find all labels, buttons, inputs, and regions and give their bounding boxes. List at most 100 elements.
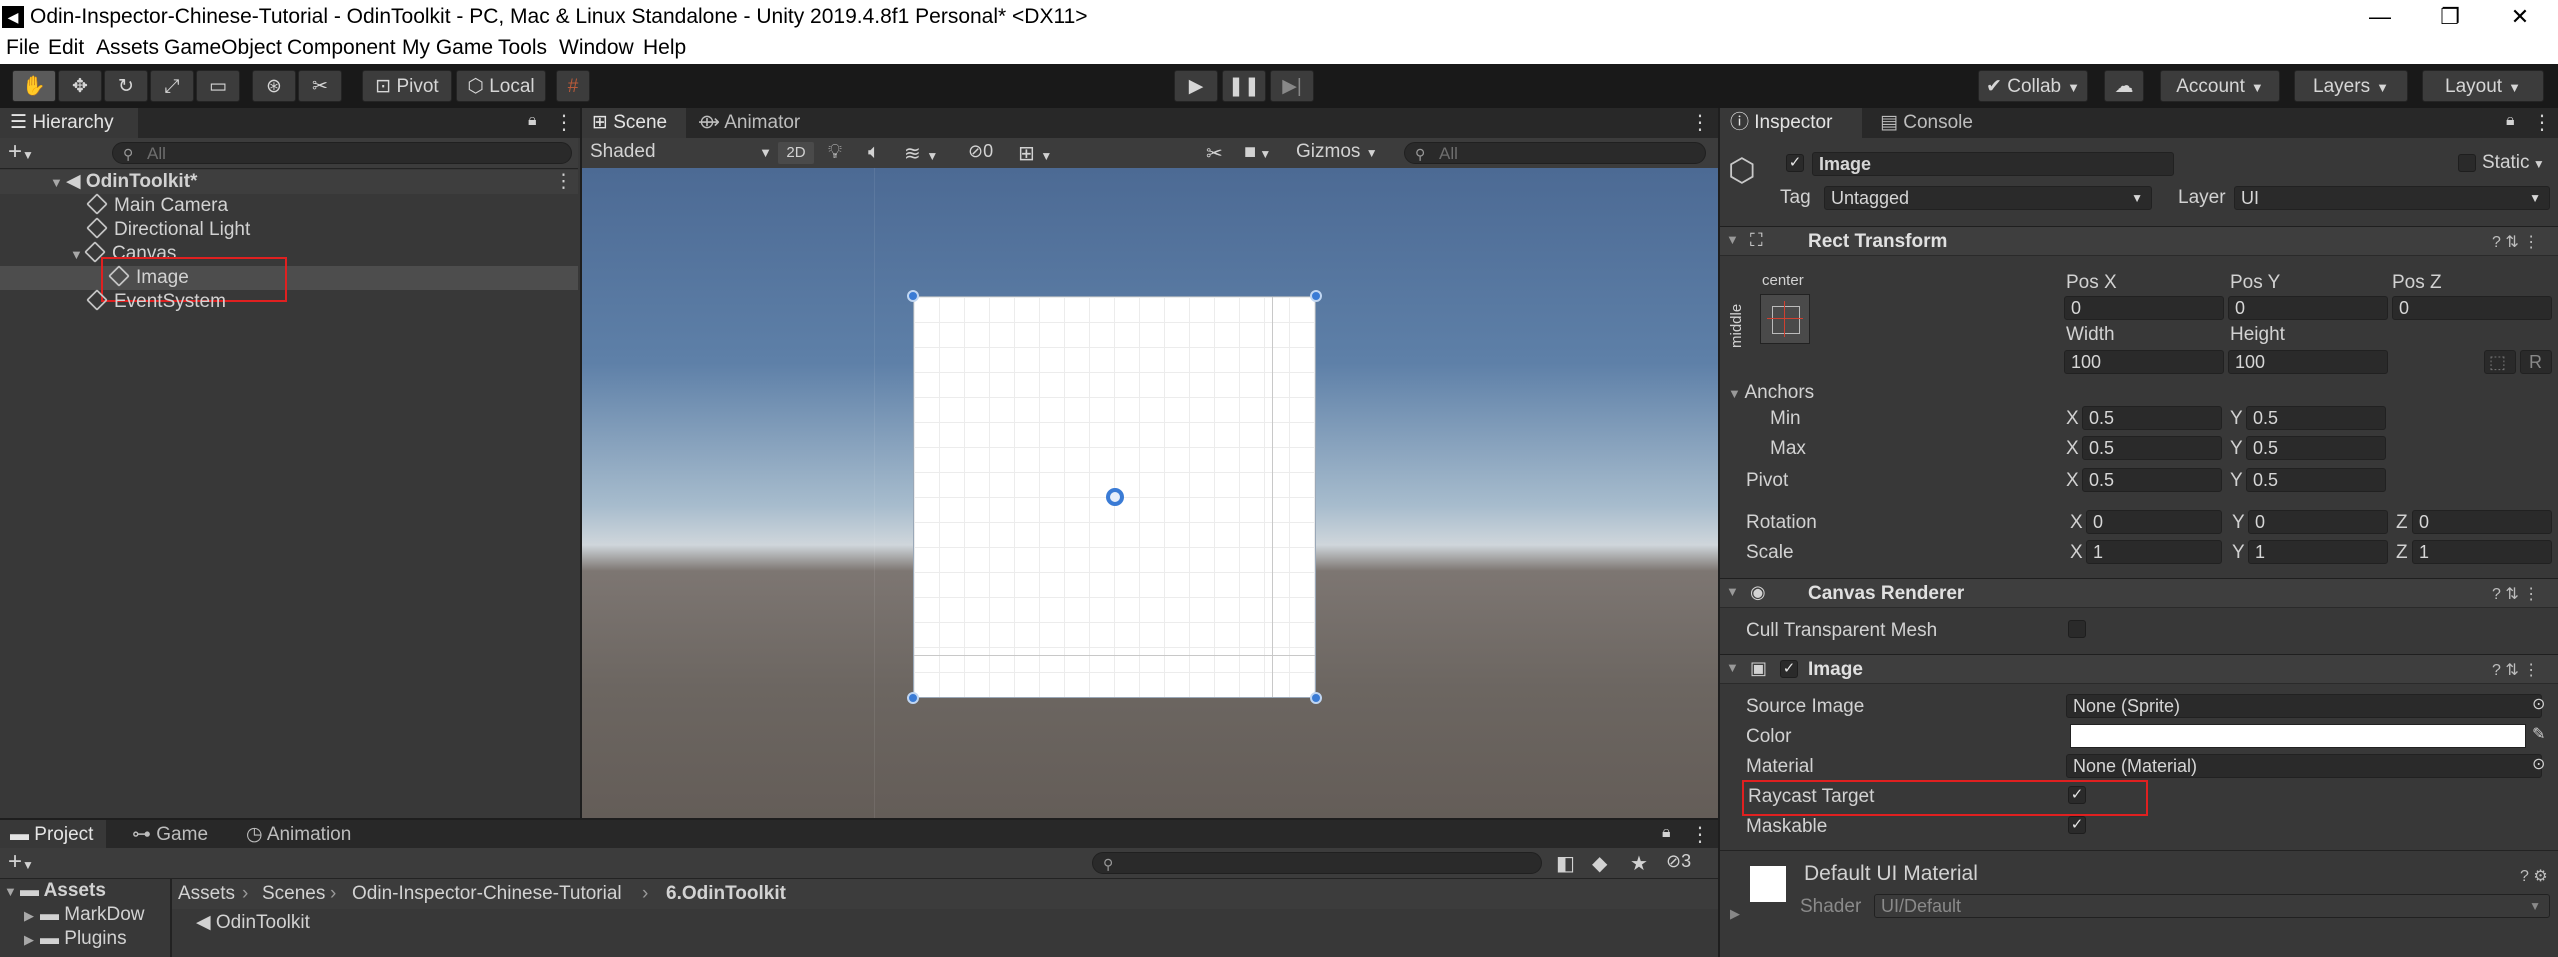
lighting-toggle-icon[interactable]: 💡︎ — [828, 141, 842, 164]
rect-tool-icon[interactable]: ▭ — [196, 70, 240, 102]
hierarchy-item-main-camera[interactable]: Main Camera — [86, 193, 228, 218]
tab-console[interactable]: ▤ Console — [1870, 108, 1990, 138]
rotation-y-field[interactable]: 0 — [2248, 510, 2388, 534]
gameobject-cube-icon[interactable]: ⬡ — [1728, 152, 1764, 188]
cloud-icon[interactable]: ☁ — [2104, 70, 2144, 102]
layout-dropdown[interactable]: Layout ▼ — [2422, 70, 2544, 102]
breadcrumb-tutorial[interactable]: Odin-Inspector-Chinese-Tutorial — [352, 883, 622, 905]
image-enabled-checkbox[interactable]: ✓ — [1780, 660, 1798, 678]
kebab-menu-icon[interactable]: ⋮ — [554, 110, 574, 135]
breadcrumb-scenes[interactable]: Scenes — [262, 883, 325, 905]
pivot-x-field[interactable]: 0.5 — [2082, 468, 2222, 492]
source-image-field[interactable]: None (Sprite) — [2066, 694, 2542, 718]
pivot-toggle-button[interactable]: ⊡ Pivot — [362, 70, 452, 102]
scale-x-field[interactable]: 1 — [2086, 540, 2222, 564]
image-component-header[interactable]: ▼ ▣ ✓ Image ? ⇅ ⋮ — [1720, 654, 2558, 684]
camera-icon[interactable]: ■ ▼ — [1244, 141, 1271, 164]
corner-handle[interactable] — [907, 692, 919, 704]
pos-x-field[interactable]: 0 — [2064, 296, 2224, 320]
scene-menu-icon[interactable]: ⋮ — [554, 170, 573, 194]
kebab-menu-icon[interactable]: ⋮ — [1690, 822, 1710, 847]
material-field[interactable]: None (Material) — [2066, 754, 2542, 778]
tab-game[interactable]: ⊶ Game — [122, 820, 222, 850]
rotation-z-field[interactable]: 0 — [2412, 510, 2552, 534]
expand-arrow-icon[interactable]: ▶ — [1730, 906, 1740, 922]
pause-button[interactable]: ❚❚ — [1222, 70, 1266, 102]
cull-transparent-checkbox[interactable] — [2068, 620, 2086, 638]
move-tool-icon[interactable]: ✥ — [58, 70, 102, 102]
eyedropper-icon[interactable]: ✎ — [2532, 724, 2545, 744]
layers-dropdown[interactable]: Layers ▼ — [2294, 70, 2408, 102]
tab-animation[interactable]: ◷ Animation — [236, 820, 372, 850]
maskable-checkbox[interactable]: ✓ — [2068, 816, 2086, 834]
anchor-max-x-field[interactable]: 0.5 — [2082, 436, 2222, 460]
grid-toggle-icon[interactable]: ⊞ ▼ — [1018, 141, 1052, 166]
pos-z-field[interactable]: 0 — [2392, 296, 2552, 320]
static-dropdown[interactable]: Static ▼ — [2482, 152, 2545, 174]
transform-tool-icon[interactable]: ⊛ — [252, 70, 296, 102]
pivot-y-field[interactable]: 0.5 — [2246, 468, 2386, 492]
lock-icon[interactable]: 🔒︎ — [528, 112, 537, 130]
corner-handle[interactable] — [907, 290, 919, 302]
menu-component[interactable]: Component — [287, 36, 396, 60]
folder-assets[interactable]: ▼ ▬ Assets — [4, 879, 106, 903]
scale-tool-icon[interactable]: ⤢ — [150, 70, 194, 102]
scene-row[interactable]: ▼ ◀ OdinToolkit* ⋮ — [0, 170, 578, 194]
anchor-min-y-field[interactable]: 0.5 — [2246, 406, 2386, 430]
anchor-max-y-field[interactable]: 0.5 — [2246, 436, 2386, 460]
anchor-preset-button[interactable] — [1760, 294, 1810, 344]
tab-animator[interactable]: ⟴ Animator — [688, 108, 818, 138]
local-toggle-button[interactable]: ⬡ Local — [456, 70, 546, 102]
hidden-packages-toggle[interactable]: ⊘3 — [1666, 851, 1691, 872]
component-tools[interactable]: ? ⇅ ⋮ — [2492, 584, 2539, 604]
account-dropdown[interactable]: Account ▼ — [2160, 70, 2280, 102]
close-button[interactable]: ✕ — [2490, 0, 2550, 34]
menu-window[interactable]: Window — [559, 36, 634, 60]
object-picker-icon[interactable]: ⊙ — [2532, 694, 2545, 714]
minimize-button[interactable]: — — [2350, 0, 2410, 34]
menu-help[interactable]: Help — [643, 36, 686, 60]
menu-file[interactable]: File — [6, 36, 40, 60]
corner-handle[interactable] — [1310, 290, 1322, 302]
project-item-odintoolkit[interactable]: ◀ OdinToolkit — [196, 911, 310, 935]
create-button[interactable]: +▼ — [8, 138, 34, 169]
material-tools[interactable]: ? ⚙ — [2520, 866, 2548, 886]
create-button[interactable]: +▼ — [8, 848, 34, 879]
2d-toggle[interactable]: 2D — [778, 142, 814, 164]
effects-toggle-icon[interactable]: ≋ ▼ — [904, 141, 938, 166]
lock-icon[interactable]: 🔒︎ — [1662, 824, 1671, 842]
menu-my-game[interactable]: My Game — [402, 36, 493, 60]
shading-mode-dropdown[interactable]: Shaded ▼ — [590, 141, 772, 163]
filter-type-icon[interactable]: ◧ — [1556, 851, 1575, 876]
menu-tools[interactable]: Tools — [498, 36, 547, 60]
breadcrumb-assets[interactable]: Assets — [178, 883, 235, 905]
project-search-input[interactable]: ⚲ — [1092, 852, 1542, 874]
custom-tool-icon[interactable]: ✂ — [298, 70, 342, 102]
menu-edit[interactable]: Edit — [48, 36, 84, 60]
anchor-min-x-field[interactable]: 0.5 — [2082, 406, 2222, 430]
tab-hierarchy[interactable]: ☰ Hierarchy — [0, 108, 138, 138]
maximize-button[interactable]: ❐ — [2420, 0, 2480, 34]
filter-label-icon[interactable]: ◆ — [1592, 851, 1607, 876]
hidden-objects-toggle[interactable]: ⊘0 — [968, 141, 993, 162]
step-button[interactable]: ▶| — [1270, 70, 1314, 102]
collab-dropdown[interactable]: ✔ Collab ▼ — [1978, 70, 2088, 102]
favorite-star-icon[interactable]: ★ — [1630, 851, 1648, 876]
layer-dropdown[interactable]: UI ▼ — [2234, 186, 2550, 210]
ui-image-rect[interactable] — [913, 296, 1316, 698]
scale-y-field[interactable]: 1 — [2248, 540, 2388, 564]
kebab-menu-icon[interactable]: ⋮ — [1690, 110, 1710, 135]
blueprint-mode-icon[interactable]: ⬚ — [2484, 350, 2516, 374]
audio-toggle-icon[interactable]: 🔈︎ — [868, 141, 880, 164]
pos-y-field[interactable]: 0 — [2228, 296, 2388, 320]
pivot-handle-icon[interactable] — [1106, 488, 1124, 506]
rotation-x-field[interactable]: 0 — [2086, 510, 2222, 534]
raw-edit-button[interactable]: R — [2520, 350, 2552, 374]
tools-toggle-icon[interactable]: ✂ — [1206, 141, 1223, 166]
scale-z-field[interactable]: 1 — [2412, 540, 2552, 564]
scene-search-input[interactable]: ⚲ All — [1404, 142, 1706, 164]
folder-plugins[interactable]: ▶ ▬ Plugins — [24, 927, 127, 951]
tab-inspector[interactable]: ⓘ Inspector — [1720, 108, 1862, 138]
canvas-renderer-header[interactable]: ▼ ◉ Canvas Renderer ? ⇅ ⋮ — [1720, 578, 2558, 608]
gizmos-dropdown[interactable]: Gizmos ▼ — [1296, 141, 1378, 163]
